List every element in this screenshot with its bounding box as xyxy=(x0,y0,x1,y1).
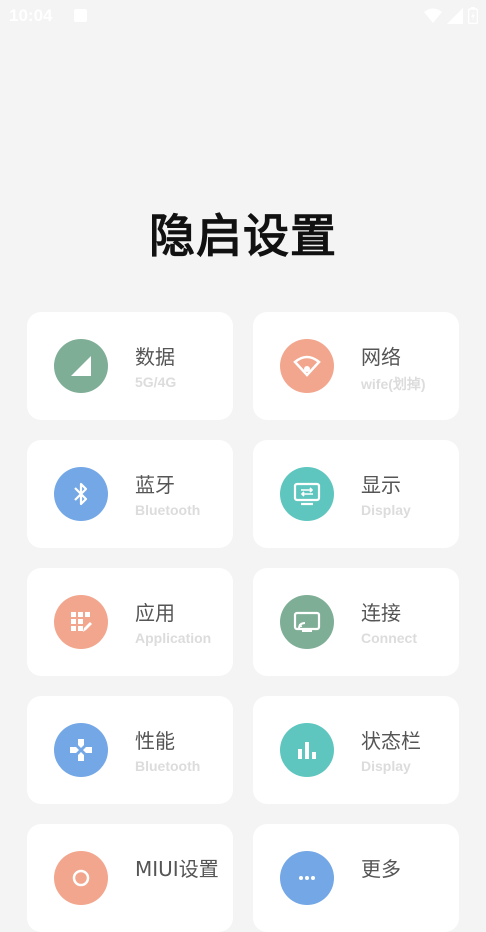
card-display[interactable]: 显示 Display xyxy=(253,440,459,548)
card-label: 更多 xyxy=(361,857,401,881)
icon-badge xyxy=(280,723,334,777)
signal-status-icon xyxy=(447,7,463,24)
app-grid-icon xyxy=(71,612,92,632)
card-sublabel: Bluetooth xyxy=(135,758,201,774)
more-icon xyxy=(299,876,315,880)
card-label: 网络 xyxy=(361,345,401,369)
status-icons xyxy=(424,7,478,24)
card-miui-settings[interactable]: MIUI设置 xyxy=(27,824,233,932)
notification-icon xyxy=(74,9,87,22)
icon-badge xyxy=(280,595,334,649)
battery-icon xyxy=(468,7,478,24)
card-label: MIUI设置 xyxy=(135,857,219,881)
status-bar: 10:04 xyxy=(0,0,486,32)
card-label: 数据 xyxy=(135,345,175,369)
card-network[interactable]: 网络 wife(划掉) xyxy=(253,312,459,420)
card-sublabel: 5G/4G xyxy=(135,374,177,390)
bar-chart-icon xyxy=(298,742,316,759)
card-application[interactable]: 应用 Application xyxy=(27,568,233,676)
card-statusbar[interactable]: 状态栏 Display xyxy=(253,696,459,804)
card-performance[interactable]: 性能 Bluetooth xyxy=(27,696,233,804)
card-sublabel: wife(划掉) xyxy=(361,376,426,392)
card-sublabel: Display xyxy=(361,758,411,774)
card-data[interactable]: 数据 5G/4G xyxy=(27,312,233,420)
card-sublabel: Bluetooth xyxy=(135,502,201,518)
icon-badge xyxy=(280,851,334,905)
icon-badge xyxy=(54,851,108,905)
signal-icon xyxy=(71,356,91,376)
wifi-icon xyxy=(293,355,321,377)
page-title: 隐启设置 xyxy=(149,209,337,263)
card-label: 应用 xyxy=(135,601,175,625)
card-more[interactable]: 更多 xyxy=(253,824,459,932)
card-bluetooth[interactable]: 蓝牙 Bluetooth xyxy=(27,440,233,548)
bluetooth-icon xyxy=(74,482,88,506)
icon-badge xyxy=(54,595,108,649)
settings-icon xyxy=(72,869,90,887)
card-connect[interactable]: 连接 Connect xyxy=(253,568,459,676)
card-label: 连接 xyxy=(361,601,401,625)
icon-badge xyxy=(54,723,108,777)
icon-badge xyxy=(54,339,108,393)
icon-badge xyxy=(54,467,108,521)
card-sublabel: Display xyxy=(361,502,411,518)
display-icon xyxy=(293,482,321,506)
card-sublabel: Application xyxy=(135,630,212,646)
icon-badge xyxy=(280,339,334,393)
card-label: 蓝牙 xyxy=(135,473,175,497)
icon-badge xyxy=(280,467,334,521)
status-time: 10:04 xyxy=(9,6,53,25)
card-sublabel: Connect xyxy=(361,630,417,646)
card-label: 显示 xyxy=(361,473,401,497)
card-label: 性能 xyxy=(135,729,175,753)
wifi-status-icon xyxy=(424,8,442,23)
gamepad-icon xyxy=(70,739,92,761)
card-label: 状态栏 xyxy=(361,729,421,753)
cast-icon xyxy=(293,611,321,632)
